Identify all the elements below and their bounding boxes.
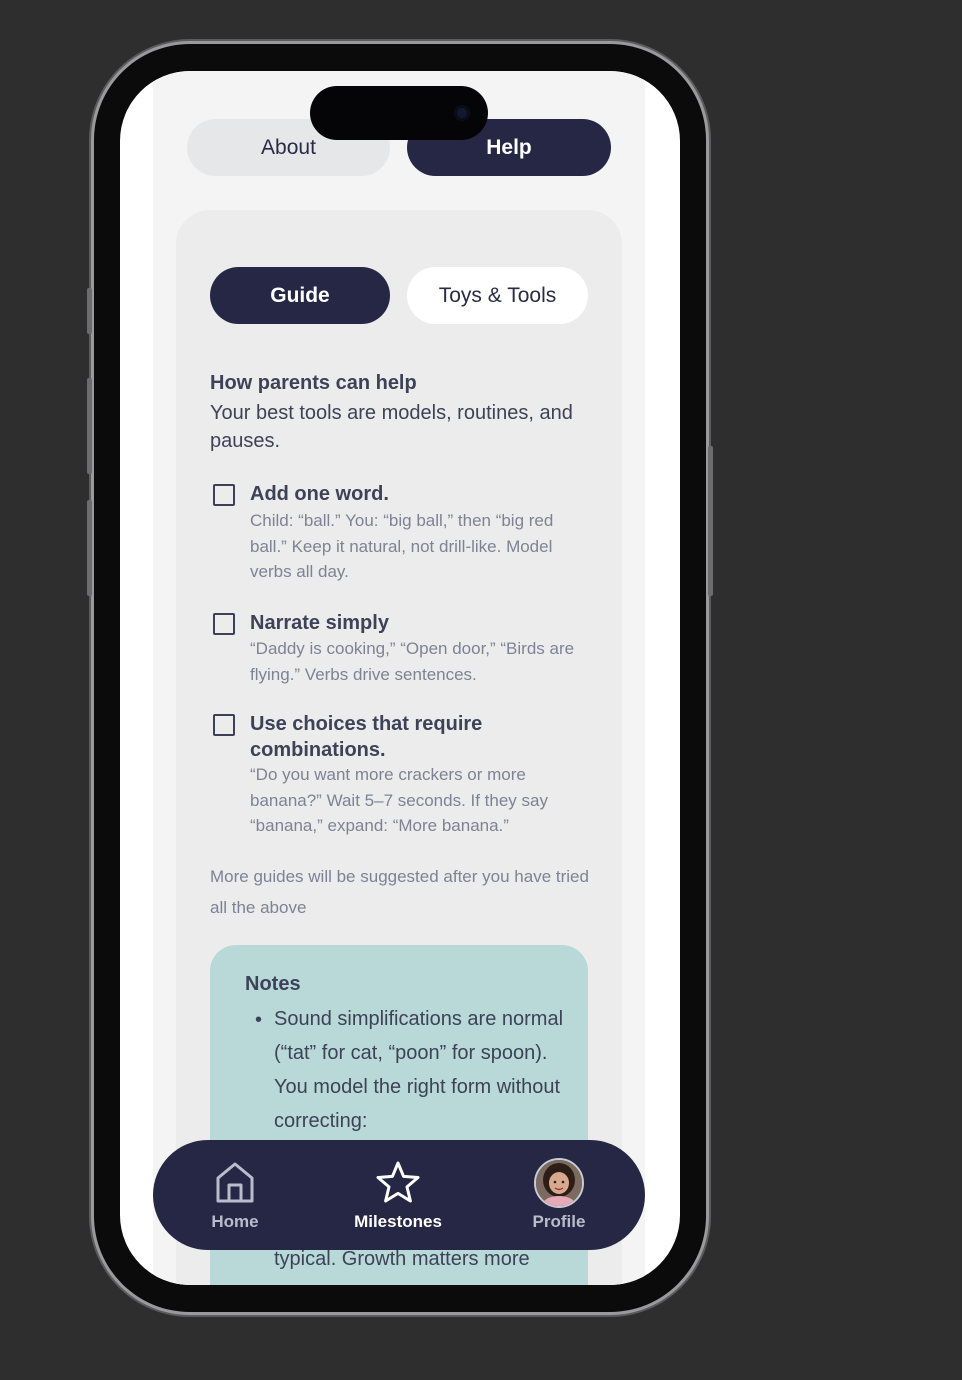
intro-text: Your best tools are models, routines, an… [210,402,573,452]
bullet-icon: • [255,1009,263,1031]
tab-toys-tools-label: Toys & Tools [438,283,557,307]
action-button [87,288,92,334]
tab-help-label: Help [486,135,532,159]
tip-checkbox[interactable] [213,484,235,506]
tab-about-label: About [261,135,316,159]
app-screen: About Help Guide Toys & Tools How parent… [120,71,680,1285]
volume-down-button [87,500,92,596]
nav-milestones[interactable]: Milestones [343,1140,453,1250]
notes-bullet-text: Sound simplifications are normal (“tat” … [274,1008,564,1132]
tip-title: Use choices that require combinations. [250,713,483,761]
tip-checkbox[interactable] [213,714,235,736]
home-icon [216,1162,254,1203]
power-button [708,446,713,596]
tip-checkbox[interactable] [213,613,235,635]
dynamic-island [310,86,488,140]
tab-toys-tools[interactable]: Toys & Tools [407,267,588,324]
bottom-nav: Home Milestones Profile [153,1140,645,1250]
star-icon [376,1161,420,1203]
guide-card: Guide Toys & Tools How parents can help … [176,210,622,1285]
tip-description: “Do you want more crackers or more banan… [250,765,548,835]
nav-profile-label: Profile [532,1212,586,1231]
tab-guide[interactable]: Guide [210,267,390,324]
notes-continued-text: typical. Growth matters more [274,1248,530,1270]
nav-home[interactable]: Home [205,1140,265,1250]
avatar [534,1158,584,1208]
intro-title: How parents can help [210,372,417,394]
tip-title: Add one word. [250,483,389,505]
camera-icon [454,105,470,121]
tab-guide-label: Guide [270,283,330,307]
tip-title: Narrate simply [250,612,389,634]
nav-home-label: Home [211,1212,259,1231]
notes-title: Notes [245,973,301,995]
nav-milestones-label: Milestones [354,1212,442,1231]
volume-up-button [87,378,92,474]
tip-description: Child: “ball.” You: “big ball,” then “bi… [250,511,554,581]
nav-profile[interactable]: Profile [528,1140,590,1250]
more-guides-note: More guides will be suggested after you … [210,867,589,917]
tip-description: “Daddy is cooking,” “Open door,” “Birds … [250,639,575,684]
